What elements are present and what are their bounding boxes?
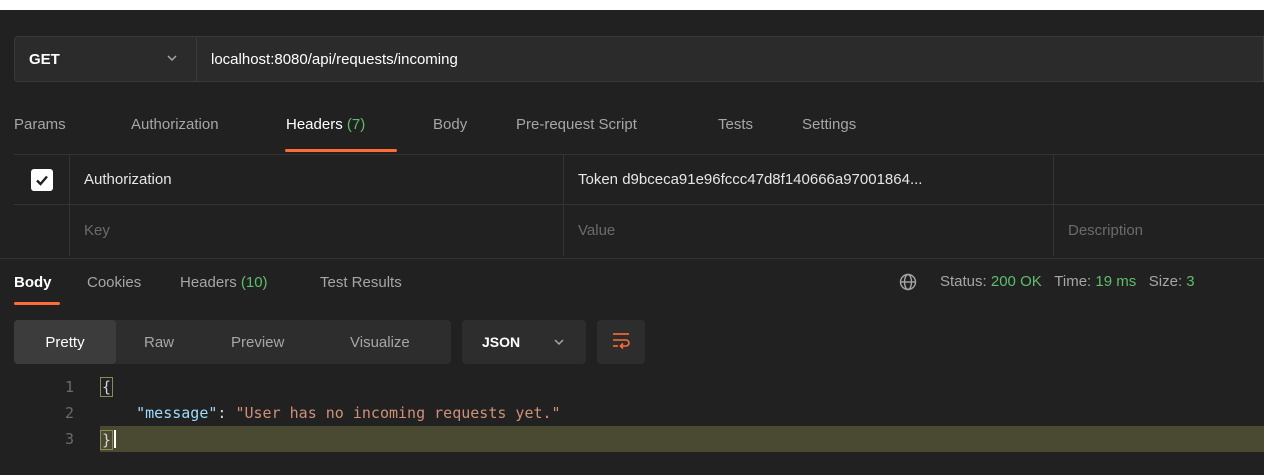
tab-response-headers-label: Headers — [180, 274, 237, 291]
size-value[interactable]: 3 — [1186, 273, 1194, 290]
tab-response-headers-count: (10) — [240, 274, 268, 291]
wrap-lines-button[interactable] — [597, 320, 645, 364]
time-label: Time: — [1054, 273, 1092, 290]
tab-headers-count: (7) — [346, 116, 366, 133]
chevron-down-icon — [165, 51, 179, 69]
tab-authorization[interactable]: Authorization — [131, 116, 219, 133]
value-input[interactable]: Value — [564, 205, 1054, 256]
view-visualize[interactable]: Visualize — [350, 320, 410, 364]
close-brace: } — [100, 430, 114, 450]
tab-headers[interactable]: Headers (7) — [286, 116, 365, 133]
code-line: 1 { — [0, 374, 1264, 400]
tab-tests[interactable]: Tests — [718, 116, 753, 133]
method-label: GET — [29, 50, 60, 68]
tab-cookies[interactable]: Cookies — [87, 274, 141, 291]
headers-table: Authorization Token d9bceca91e96fccc47d8… — [14, 154, 1264, 256]
table-row: Authorization Token d9bceca91e96fccc47d8… — [14, 154, 1264, 204]
code-text: } — [100, 430, 117, 450]
row-checkbox[interactable] — [14, 155, 70, 204]
tab-response-headers[interactable]: Headers (10) — [180, 274, 268, 291]
code-text: "message": "User has no incoming request… — [100, 404, 561, 422]
json-key: "message" — [136, 404, 218, 422]
response-tab-indicator — [14, 302, 60, 305]
code-line-current: 3 } — [65, 426, 1264, 452]
status-value[interactable]: 200 OK — [991, 273, 1042, 290]
line-number: 2 — [64, 404, 74, 422]
key-input[interactable]: Key — [70, 205, 564, 256]
header-description[interactable] — [1054, 155, 1264, 204]
table-row-empty: Key Value Description — [14, 204, 1264, 256]
request-tabs: Params Authorization Headers (7) Body Pr… — [0, 104, 1264, 152]
format-select[interactable]: JSON — [462, 320, 586, 364]
row-checkbox-empty — [14, 205, 70, 256]
size-label: Size: — [1148, 273, 1183, 290]
line-number: 1 — [64, 378, 74, 396]
url-bar: GET localhost:8080/api/requests/incoming — [14, 36, 1264, 82]
line-number: 3 — [64, 430, 74, 448]
json-colon: : — [217, 404, 236, 422]
top-strip — [0, 0, 1264, 10]
view-pretty[interactable]: Pretty — [14, 320, 116, 364]
wrap-icon — [611, 331, 631, 353]
code-text: { — [100, 377, 114, 397]
text-cursor — [114, 430, 117, 448]
view-raw[interactable]: Raw — [144, 320, 174, 364]
code-line: 2 "message": "User has no incoming reque… — [0, 400, 1264, 426]
status-label: Status: — [940, 273, 987, 290]
format-label: JSON — [482, 334, 521, 350]
time-value[interactable]: 19 ms — [1095, 273, 1136, 290]
tab-headers-label: Headers — [286, 116, 343, 133]
json-string: "User has no incoming requests yet." — [235, 404, 561, 422]
view-mode-group: Pretty Raw Preview Visualize — [14, 320, 451, 364]
response-status: Status: 200 OK Time: 19 ms Size: 3 — [940, 273, 1195, 290]
header-value[interactable]: Token d9bceca91e96fccc47d8f140666a970018… — [564, 155, 1054, 204]
view-preview[interactable]: Preview — [231, 320, 284, 364]
tab-settings[interactable]: Settings — [802, 116, 856, 133]
header-key[interactable]: Authorization — [70, 155, 564, 204]
active-tab-indicator — [285, 149, 397, 152]
tab-test-results[interactable]: Test Results — [320, 274, 402, 291]
tab-body[interactable]: Body — [433, 116, 467, 133]
url-input[interactable]: localhost:8080/api/requests/incoming — [197, 51, 458, 68]
tab-pre-request-script[interactable]: Pre-request Script — [516, 116, 637, 133]
method-select[interactable]: GET — [15, 37, 197, 81]
description-input[interactable]: Description — [1054, 205, 1264, 256]
response-body-editor[interactable]: 1 { 2 "message": "User has no incoming r… — [0, 374, 1264, 452]
tab-params[interactable]: Params — [14, 116, 66, 133]
checkmark-icon — [30, 168, 53, 191]
globe-icon[interactable] — [898, 272, 918, 296]
open-brace: { — [100, 377, 114, 397]
chevron-down-icon — [552, 335, 566, 353]
tab-response-body[interactable]: Body — [14, 274, 52, 291]
